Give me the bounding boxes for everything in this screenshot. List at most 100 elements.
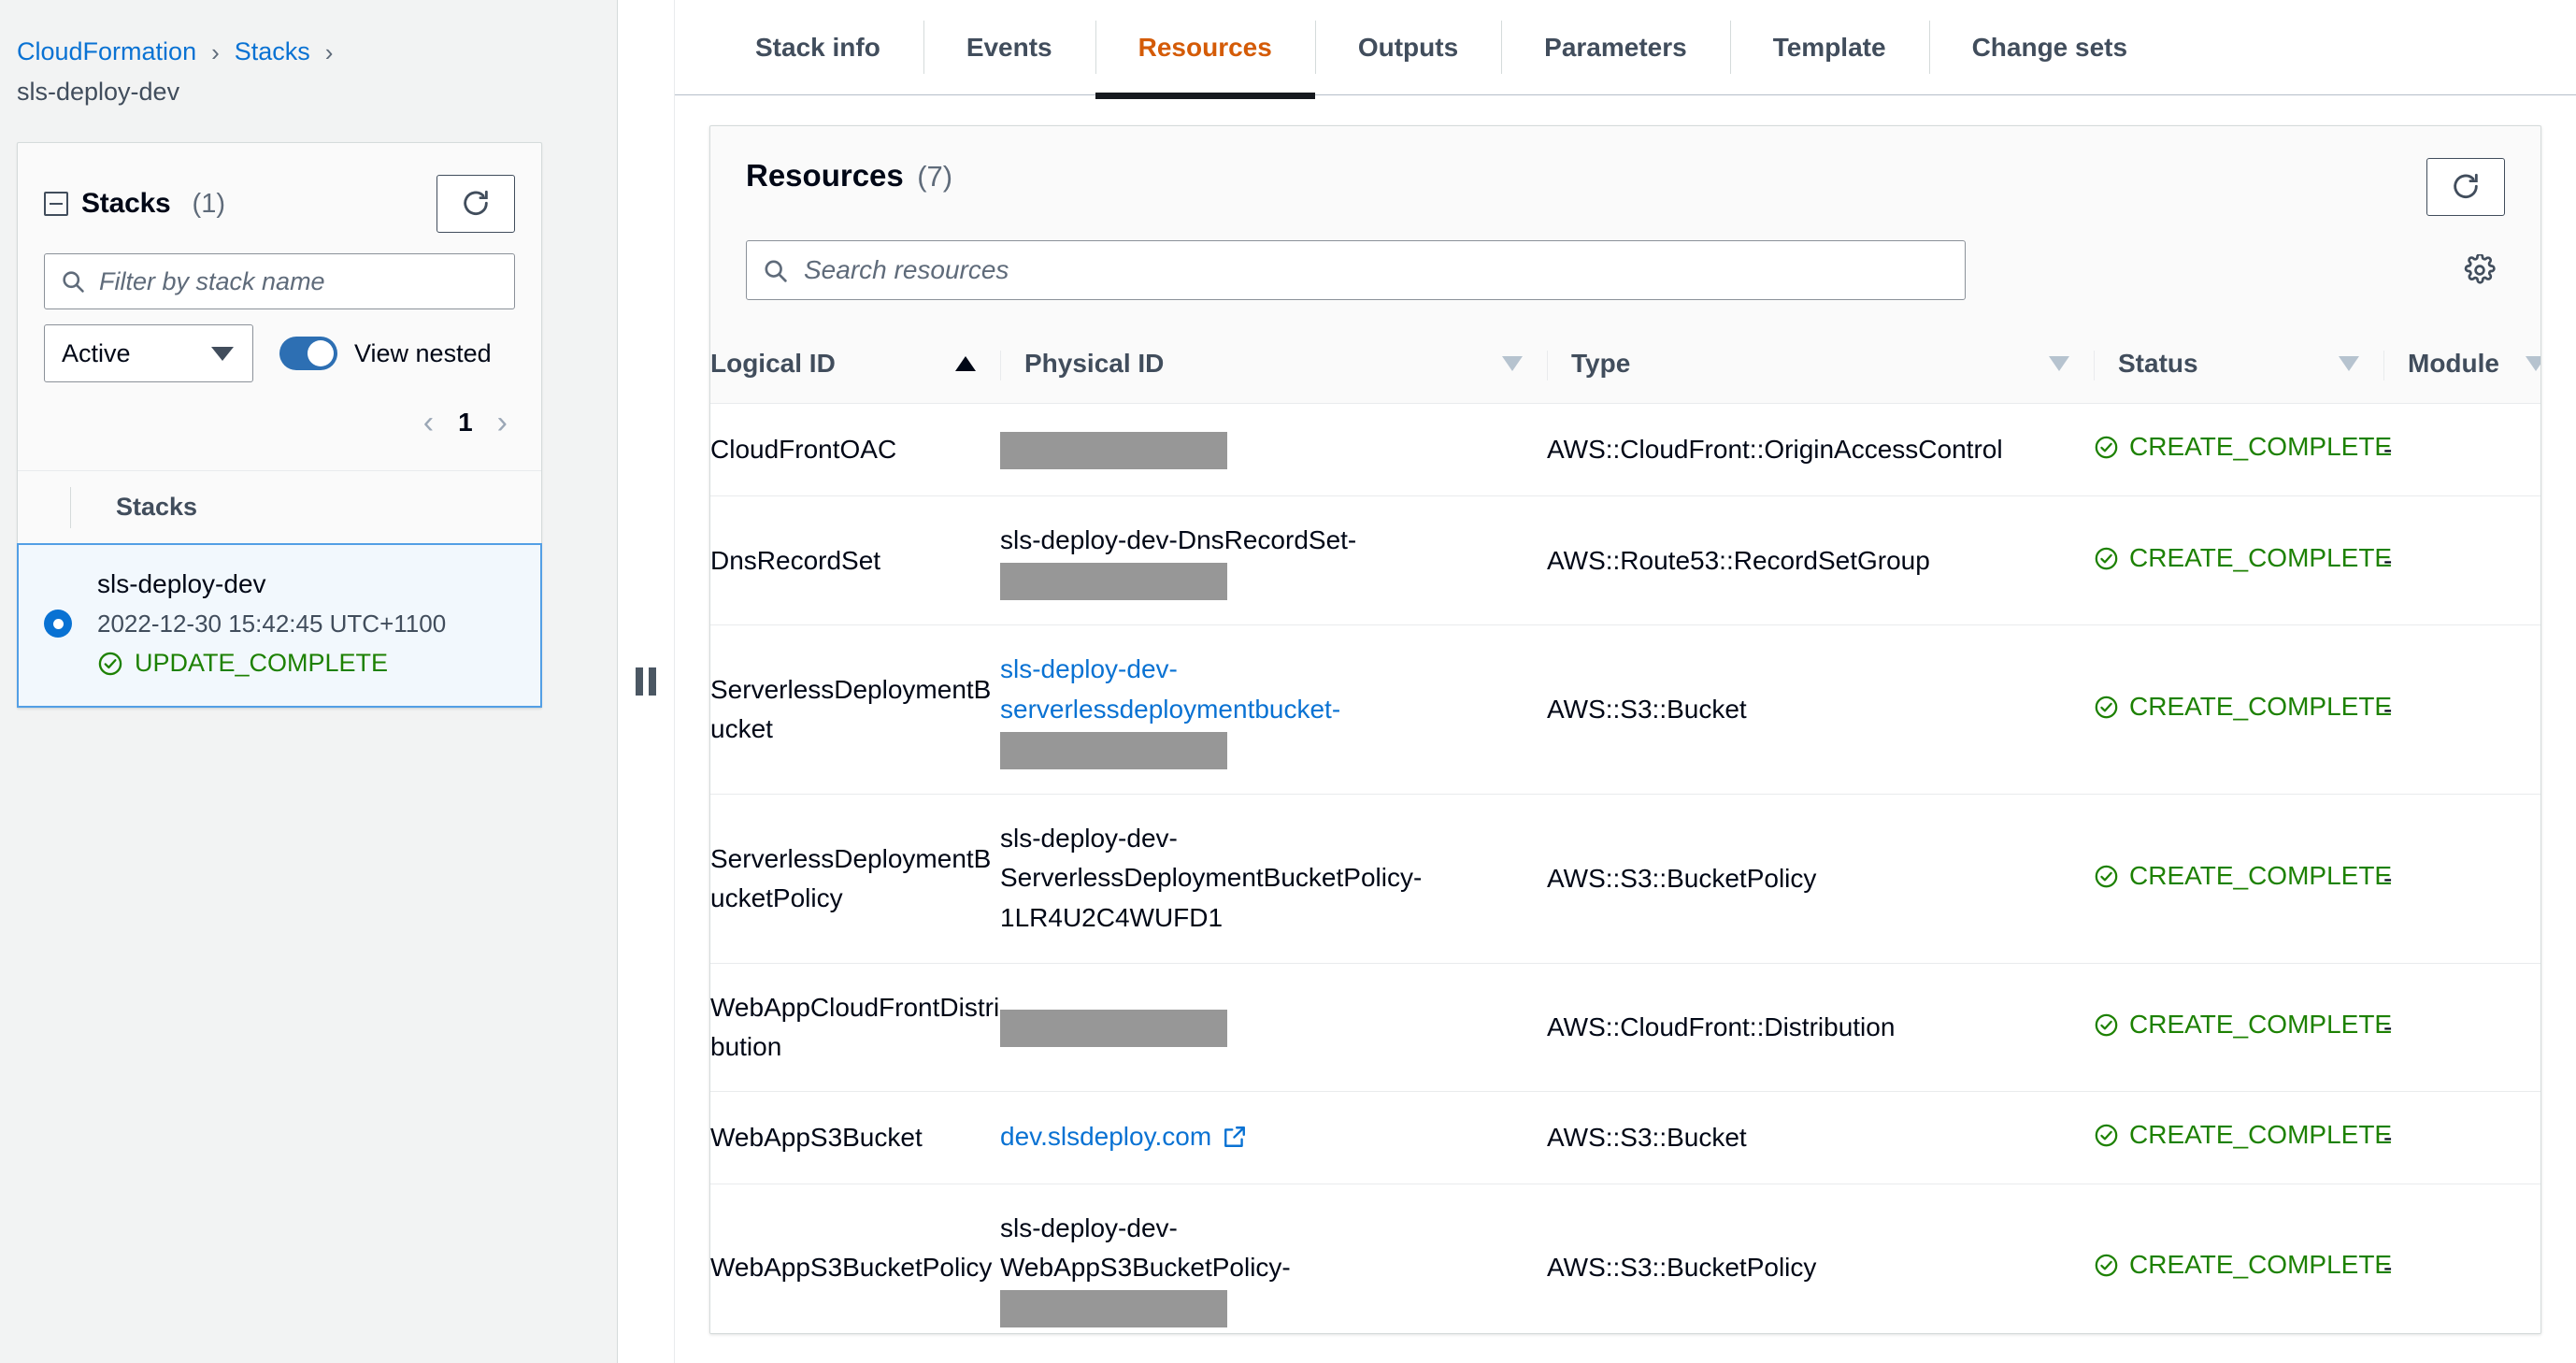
stack-list-item[interactable]: sls-deploy-dev 2022-12-30 15:42:45 UTC+1… [17,543,542,708]
pagination-page-1[interactable]: 1 [458,408,473,438]
physical-id-link[interactable]: serverlessdeploymentbucket- [1000,695,1340,724]
stacks-panel-header: Stacks (1) [18,143,541,233]
resources-search-field[interactable] [746,240,1966,300]
cell-module: - [2383,495,2540,626]
check-circle-icon [2095,1255,2118,1277]
view-nested-label: View nested [354,338,492,367]
collapse-icon[interactable] [44,192,68,216]
tab-events[interactable]: Events [923,0,1095,94]
stacks-list-header-label: Stacks [116,493,198,521]
stack-filter-input[interactable] [86,254,514,308]
cell-type: AWS::S3::Bucket [1547,1091,2094,1184]
status-badge: CREATE_COMPLETE [2129,542,2393,572]
cell-logical-id: WebAppS3BucketPolicy [710,1184,1000,1333]
table-row[interactable]: WebAppCloudFrontDistribution AWS::CloudFr… [710,963,2540,1092]
redaction-bar [1000,563,1227,601]
refresh-icon [2454,173,2478,199]
stack-filter-row [18,233,541,309]
stacks-panel-title: Stacks [81,188,171,219]
sort-descending-icon [2339,356,2359,371]
breadcrumb-separator-icon-2: › [324,37,334,66]
list-header-divider [70,486,71,528]
redaction-bar [1000,731,1227,769]
cell-type: AWS::S3::BucketPolicy [1547,794,2094,964]
check-circle-icon [2095,696,2118,719]
resources-table: Logical ID Physical ID Type Status Modul… [710,328,2540,1333]
main-panel: Stack info Events Resources Outputs Para… [675,0,2576,1363]
stacks-refresh-button[interactable] [436,175,515,233]
resources-refresh-button[interactable] [2426,158,2505,216]
external-link-icon [1224,1126,1246,1148]
resources-panel-header: Resources (7) [710,126,2540,216]
cell-physical-id: sls-deploy-dev- ServerlessDeploymentBucke… [1000,794,1547,964]
sort-descending-icon [2049,356,2069,371]
resources-settings-button[interactable] [2464,254,2505,286]
cell-logical-id: DnsRecordSet [710,495,1000,626]
physical-id-link[interactable]: dev.slsdeploy.com [1000,1117,1211,1157]
cell-type: AWS::Route53::RecordSetGroup [1547,495,2094,626]
stack-radio-icon[interactable] [44,610,72,638]
cell-type: AWS::S3::BucketPolicy [1547,1184,2094,1333]
stack-filter-field[interactable] [44,253,515,309]
stack-status-select[interactable]: Active [44,324,253,382]
physical-id-text: sls-deploy-dev-DnsRecordSet- [1000,525,1357,554]
chevron-down-icon [211,346,234,361]
cell-physical-id [1000,403,1547,496]
table-row[interactable]: ServerlessDeploymentBucket sls-deploy-dev… [710,624,2540,795]
pagination-next-button[interactable]: › [497,407,508,438]
column-header-logical-id[interactable]: Logical ID [710,328,1000,404]
tab-template[interactable]: Template [1729,0,1929,94]
tab-outputs[interactable]: Outputs [1314,0,1501,94]
physical-id-text: WebAppS3BucketPolicy- [1000,1253,1291,1283]
status-badge: CREATE_COMPLETE [2129,692,2393,721]
sort-ascending-icon [955,356,976,371]
status-badge: CREATE_COMPLETE [2129,1119,2393,1149]
cell-physical-id[interactable]: sls-deploy-dev-serverlessdeploymentbucke… [1000,624,1547,795]
cell-module: - [2383,963,2540,1092]
column-header-physical-id-label: Physical ID [1024,349,1165,378]
stack-detail-tabs: Stack info Events Resources Outputs Para… [675,0,2576,99]
column-header-status-label: Status [2118,349,2198,378]
breadcrumb-link-cloudformation[interactable]: CloudFormation [17,39,196,65]
resources-panel: Resources (7) Search resources Logical I… [709,125,2541,1334]
tab-stack-info[interactable]: Stack info [712,0,923,94]
cell-logical-id: ServerlessDeploymentBucketPolicy [710,794,1000,964]
pagination-prev-button[interactable]: ‹ [423,407,434,438]
resources-search-input[interactable] [789,241,1965,299]
table-row[interactable]: CloudFrontOAC AWS::CloudFront::OriginAcce… [710,403,2540,496]
column-header-module[interactable]: Module [2383,328,2540,404]
stacks-panel: Stacks (1) Filter by stack name Active V… [17,142,542,709]
breadcrumb-separator-icon: › [211,37,220,66]
column-header-type[interactable]: Type [1547,328,2094,404]
table-row[interactable]: DnsRecordSet sls-deploy-dev-DnsRecordSet-… [710,495,2540,626]
physical-id-link[interactable]: sls-deploy-dev- [1000,654,1178,683]
resources-table-body: CloudFrontOAC AWS::CloudFront::OriginAcce… [710,403,2540,1333]
breadcrumb-current: sls-deploy-dev [17,78,180,106]
stacks-pagination: ‹ 1 › [18,382,541,470]
column-divider [2094,351,2095,380]
cell-module: - [2383,403,2540,496]
cell-status: CREATE_COMPLETE [2094,495,2392,626]
stacks-list-header: Stacks [18,470,541,543]
panel-splitter[interactable] [617,0,675,1363]
table-row[interactable]: ServerlessDeploymentBucketPolicy sls-depl… [710,794,2540,964]
stacks-sidebar: CloudFormation › Stacks › sls-deploy-dev… [0,0,617,1363]
tab-parameters[interactable]: Parameters [1501,0,1730,94]
table-row[interactable]: WebAppS3Bucket dev.slsdeploy.com AWS::S3::… [710,1091,2540,1184]
column-header-status[interactable]: Status [2094,328,2383,404]
column-divider [1547,351,1548,380]
breadcrumb-link-stacks[interactable]: Stacks [235,39,310,65]
check-circle-icon [2095,436,2118,459]
column-header-physical-id[interactable]: Physical ID [1000,328,1547,404]
tab-change-sets[interactable]: Change sets [1928,0,2171,94]
search-icon [747,257,789,284]
cell-physical-id[interactable]: dev.slsdeploy.com [1000,1091,1547,1184]
column-divider [2383,351,2384,380]
tab-resources[interactable]: Resources [1095,0,1316,99]
search-icon [45,268,86,294]
redaction-bar [1000,1009,1227,1047]
cell-physical-id: sls-deploy-dev-DnsRecordSet- [1000,495,1547,626]
table-row[interactable]: WebAppS3BucketPolicy sls-deploy-dev- WebAp… [710,1184,2540,1333]
cell-status: CREATE_COMPLETE [2094,963,2392,1092]
view-nested-toggle[interactable]: View nested [279,337,492,370]
